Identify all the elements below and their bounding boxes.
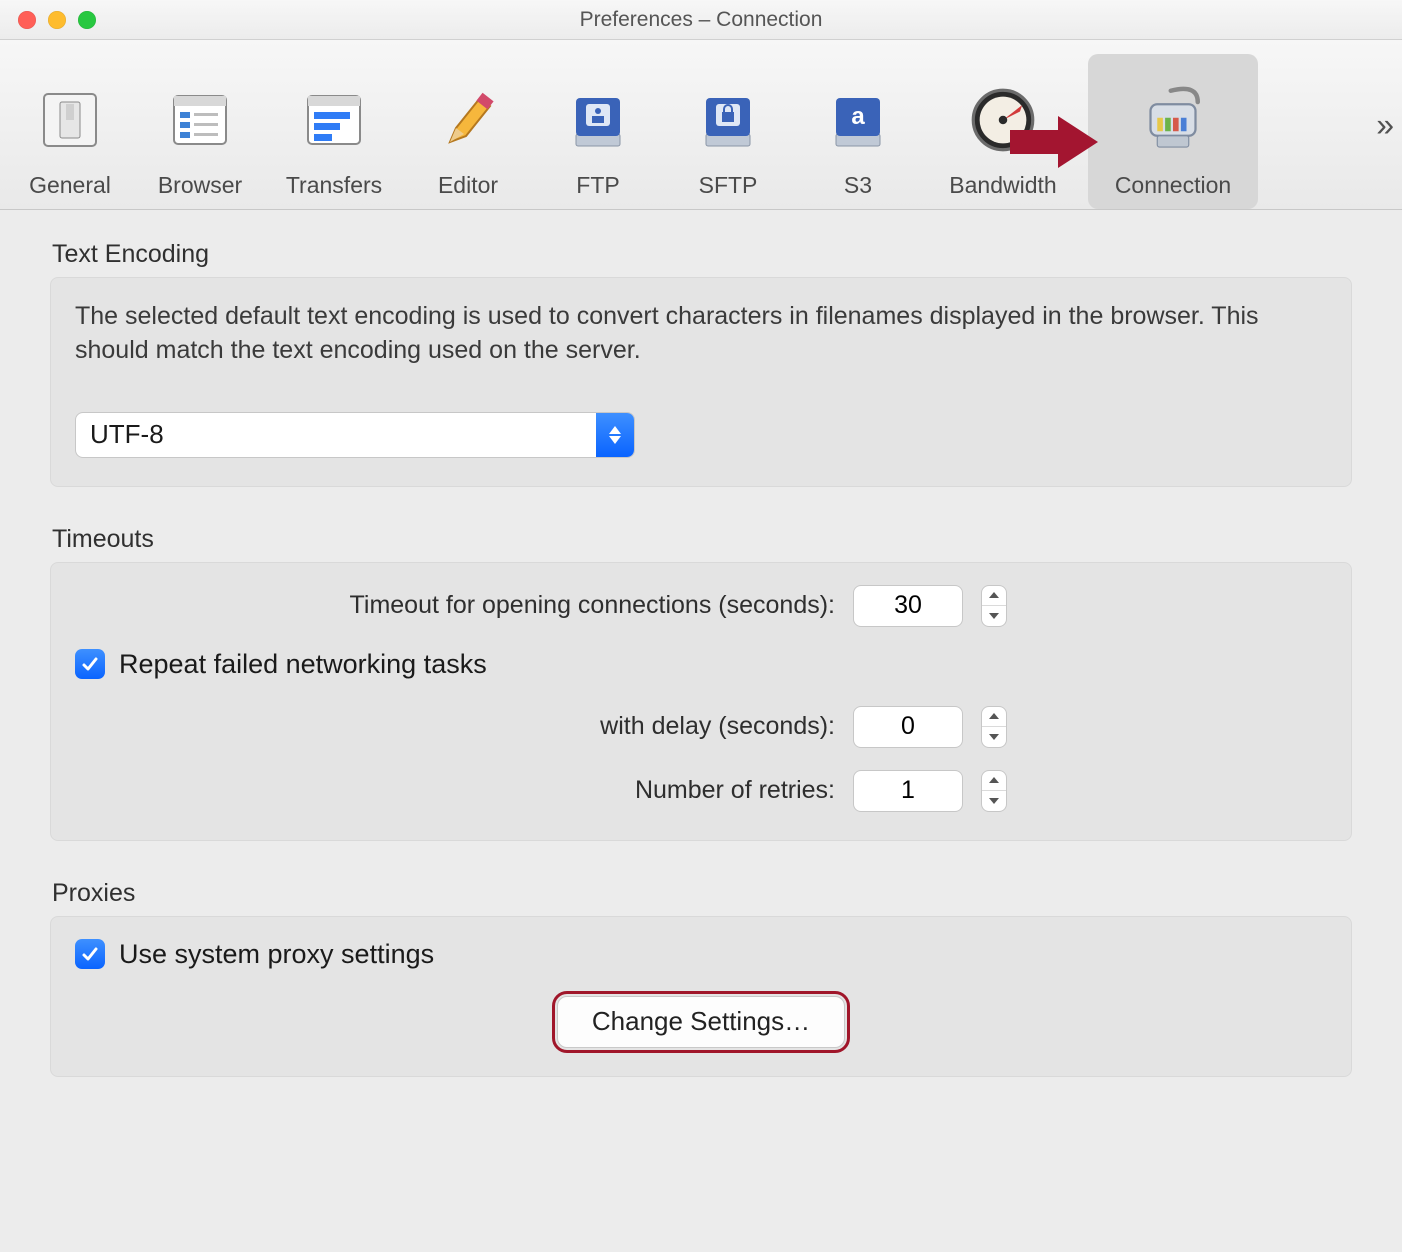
stepper-up-icon — [982, 707, 1006, 727]
preferences-toolbar: General Browser Transfers — [0, 40, 1402, 210]
transfers-icon — [294, 80, 374, 160]
tab-label: Connection — [1115, 172, 1231, 199]
stepper-down-icon — [982, 790, 1006, 811]
general-icon — [30, 80, 110, 160]
timeouts-group: Timeout for opening connections (seconds… — [50, 562, 1352, 841]
retries-label: Number of retries: — [75, 776, 835, 805]
connection-icon — [1133, 80, 1213, 160]
tab-s3[interactable]: a S3 — [798, 54, 918, 209]
tab-editor[interactable]: Editor — [408, 54, 528, 209]
timeout-stepper[interactable] — [981, 585, 1007, 627]
tab-transfers[interactable]: Transfers — [270, 54, 398, 209]
tab-connection[interactable]: Connection — [1088, 54, 1258, 209]
tab-label: S3 — [844, 172, 872, 199]
use-system-proxy-checkbox[interactable] — [75, 939, 105, 969]
tab-general[interactable]: General — [10, 54, 130, 209]
stepper-down-icon — [982, 605, 1006, 626]
stepper-down-icon — [982, 726, 1006, 747]
tab-sftp[interactable]: SFTP — [668, 54, 788, 209]
zoom-window-button[interactable] — [78, 11, 96, 29]
ftp-icon — [558, 80, 638, 160]
tab-label: General — [29, 172, 111, 199]
minimize-window-button[interactable] — [48, 11, 66, 29]
tab-label: Transfers — [286, 172, 382, 199]
svg-text:a: a — [851, 103, 865, 130]
tab-browser[interactable]: Browser — [140, 54, 260, 209]
repeat-checkbox-label: Repeat failed networking tasks — [119, 649, 487, 680]
s3-icon: a — [818, 80, 898, 160]
retries-input[interactable] — [853, 770, 963, 812]
tab-label: SFTP — [699, 172, 758, 199]
section-title-encoding: Text Encoding — [52, 240, 1352, 269]
retries-stepper[interactable] — [981, 770, 1007, 812]
encoding-help-text: The selected default text encoding is us… — [75, 300, 1327, 368]
titlebar: Preferences – Connection — [0, 0, 1402, 40]
delay-input[interactable] — [853, 706, 963, 748]
stepper-up-icon — [982, 586, 1006, 606]
change-settings-button[interactable]: Change Settings… — [557, 996, 845, 1048]
tab-ftp[interactable]: FTP — [538, 54, 658, 209]
tab-label: FTP — [576, 172, 619, 199]
timeout-label: Timeout for opening connections (seconds… — [75, 591, 835, 620]
tab-bandwidth[interactable]: Bandwidth — [928, 54, 1078, 209]
stepper-up-icon — [982, 771, 1006, 791]
select-chevrons-icon — [596, 413, 634, 457]
delay-stepper[interactable] — [981, 706, 1007, 748]
encoding-select[interactable]: UTF-8 — [75, 412, 635, 458]
window-title: Preferences – Connection — [0, 8, 1402, 32]
close-window-button[interactable] — [18, 11, 36, 29]
timeout-input[interactable] — [853, 585, 963, 627]
use-system-proxy-label: Use system proxy settings — [119, 939, 434, 970]
proxies-group: Use system proxy settings Change Setting… — [50, 916, 1352, 1077]
preferences-content: Text Encoding The selected default text … — [0, 210, 1402, 1145]
encoding-select-value: UTF-8 — [76, 419, 596, 450]
tab-label: Editor — [438, 172, 498, 199]
encoding-group: The selected default text encoding is us… — [50, 277, 1352, 487]
bandwidth-icon — [963, 80, 1043, 160]
repeat-checkbox[interactable] — [75, 649, 105, 679]
window-controls — [0, 11, 96, 29]
browser-icon — [160, 80, 240, 160]
tab-label: Bandwidth — [949, 172, 1056, 199]
delay-label: with delay (seconds): — [75, 712, 835, 741]
editor-icon — [428, 80, 508, 160]
section-title-proxies: Proxies — [52, 879, 1352, 908]
tab-label: Browser — [158, 172, 242, 199]
toolbar-overflow-button[interactable]: » — [1376, 106, 1384, 143]
sftp-icon — [688, 80, 768, 160]
section-title-timeouts: Timeouts — [52, 525, 1352, 554]
